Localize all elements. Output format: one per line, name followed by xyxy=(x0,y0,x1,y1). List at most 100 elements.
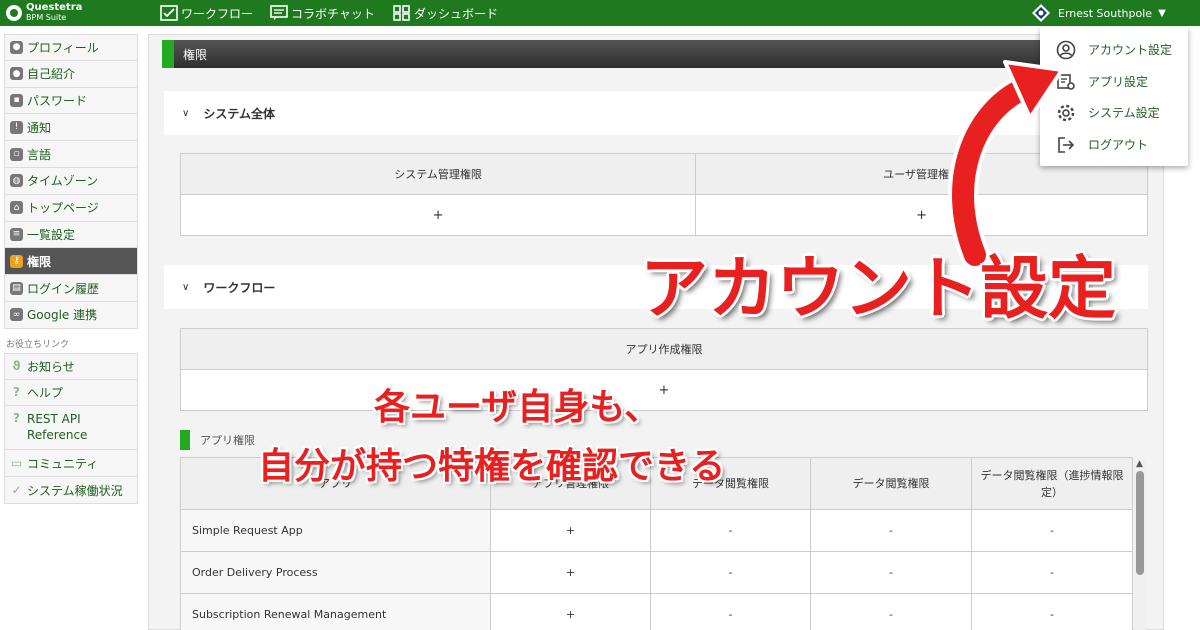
sidebar-item-label: プロフィール xyxy=(27,40,99,55)
scroll-thumb[interactable] xyxy=(1136,471,1144,575)
sidebar-item-timezone[interactable]: ◍ タイムゾーン xyxy=(4,167,138,195)
column-header: データ閲覧権限（進捗情報限定） xyxy=(971,457,1133,510)
app-create-permission-table: アプリ作成権限 + xyxy=(180,328,1148,411)
permission-cell: - xyxy=(971,551,1133,594)
table-row: Simple Request App + - - - xyxy=(180,509,1133,552)
sidebar-item-password[interactable]: ▪ パスワード xyxy=(4,87,138,115)
logout-icon xyxy=(1058,136,1075,153)
table-row: Subscription Renewal Management + - - - xyxy=(180,593,1133,630)
settings-sidebar: ● プロフィール ● 自己紹介 ▪ パスワード ! 通知 ▫ 言語 ◍ タイムゾーン ⌂ トッ… xyxy=(4,34,138,504)
nav-dashboard-label: ダッシュボード xyxy=(414,6,499,21)
sidebar-item-login-history[interactable]: ▤ ログイン履歴 xyxy=(4,275,138,302)
sidebar-item-top-page[interactable]: ⌂ トップページ xyxy=(4,194,138,222)
sidebar-link-label: コミュニティ xyxy=(27,456,99,471)
sidebar-link-community[interactable]: ▭ コミュニティ xyxy=(4,450,138,478)
caret-down-icon: ▼ xyxy=(1158,7,1166,19)
nav-workflow-label: ワークフロー xyxy=(181,6,254,21)
logo-mark-icon xyxy=(6,5,22,21)
menu-item-system-settings[interactable]: システム設定 xyxy=(1040,97,1188,128)
app-name-cell: Simple Request App xyxy=(180,509,491,552)
menu-item-account-settings[interactable]: アカウント設定 xyxy=(1040,34,1188,65)
speech-bubble-icon: ▫ xyxy=(10,147,23,161)
menu-item-label: アプリ設定 xyxy=(1088,75,1149,89)
sidebar-item-notification[interactable]: ! 通知 xyxy=(4,114,138,142)
sidebar-item-label: 通知 xyxy=(27,120,52,135)
sidebar-item-label: 権限 xyxy=(27,254,52,269)
page-title: 権限 xyxy=(162,40,1042,68)
permission-cell: - xyxy=(650,551,811,594)
app-name-cell: Subscription Renewal Management xyxy=(180,593,491,630)
section-workflow-title: ワークフロー xyxy=(203,280,276,295)
nav-dashboard[interactable]: ダッシュボード xyxy=(393,0,498,26)
permission-cell: - xyxy=(650,593,811,630)
sidebar-item-profile[interactable]: ● プロフィール xyxy=(4,34,138,61)
sidebar-item-label: 言語 xyxy=(27,147,52,162)
list-icon: ≡ xyxy=(10,227,23,241)
question-icon: ? xyxy=(13,385,20,400)
permission-cell: - xyxy=(650,509,811,552)
menu-item-label: ログアウト xyxy=(1088,138,1149,152)
sidebar-item-label: タイムゾーン xyxy=(27,174,99,189)
sidebar-item-permissions[interactable]: ⚷ 権限 xyxy=(4,248,138,276)
brand-sub: BPM Suite xyxy=(26,13,67,22)
sidebar-item-self-intro[interactable]: ● 自己紹介 xyxy=(4,60,138,88)
sidebar-link-label: お知らせ xyxy=(27,359,75,374)
sidebar-link-news[interactable]: ϑ お知らせ xyxy=(4,352,138,380)
check-circle-icon: ✓ xyxy=(11,483,22,498)
dashboard-grid-icon xyxy=(393,5,410,21)
sidebar-links-heading: お役立ちリンク xyxy=(6,339,70,350)
sidebar-item-list-settings[interactable]: ≡ 一覧設定 xyxy=(4,221,138,249)
section-system-toggle[interactable]: ∨ システム全体 xyxy=(164,91,1148,135)
sidebar-item-label: トップページ xyxy=(27,201,99,216)
sidebar-link-help[interactable]: ? ヘルプ xyxy=(4,379,138,407)
permission-cell: - xyxy=(810,593,972,630)
column-header: アプリ作成権限 xyxy=(180,328,1148,370)
scroll-up-icon[interactable]: ▲ xyxy=(1136,459,1143,469)
sidebar-link-label: REST API Reference xyxy=(27,412,88,443)
table-scrollbar[interactable]: ▲ xyxy=(1134,459,1146,630)
sidebar-item-google[interactable]: ∞ Google 連携 xyxy=(4,301,138,329)
questetra-logo[interactable]: Questetra BPM Suite xyxy=(6,2,96,24)
permission-cell: + xyxy=(180,369,1148,411)
chevron-down-icon: ∨ xyxy=(182,281,190,293)
question-icon: ? xyxy=(13,410,20,425)
nav-workflow[interactable]: ワークフロー xyxy=(160,0,253,26)
sidebar-item-label: Google 連携 xyxy=(27,308,98,323)
community-icon: ▭ xyxy=(10,456,23,471)
permission-cell: + xyxy=(490,509,651,552)
permission-cell: + xyxy=(490,593,651,630)
brand-name: Questetra xyxy=(26,2,83,13)
alert-icon: ! xyxy=(10,120,23,134)
menu-item-app-settings[interactable]: アプリ設定 xyxy=(1040,66,1188,97)
chat-icon xyxy=(270,5,288,20)
user-avatar-icon xyxy=(1032,4,1050,22)
app-permissions-label: アプリ権限 xyxy=(180,430,255,450)
column-header: データ閲覧権限 xyxy=(810,457,972,510)
permission-cell: + xyxy=(179,194,697,236)
globe-icon: ◍ xyxy=(10,174,23,188)
menu-item-logout[interactable]: ログアウト xyxy=(1040,129,1188,160)
app-name-cell: Order Delivery Process xyxy=(180,551,491,594)
column-header: システム管理権限 xyxy=(179,153,697,195)
nav-collab-chat[interactable]: コラボチャット xyxy=(270,0,375,26)
permission-cell: - xyxy=(971,593,1133,630)
chevron-down-icon: ∨ xyxy=(182,107,190,119)
system-permissions-table: システム管理権限 ユーザ管理権限 + + xyxy=(179,153,1148,236)
section-system-title: システム全体 xyxy=(203,106,275,121)
permission-cell: + xyxy=(490,551,651,594)
sidebar-item-label: 一覧設定 xyxy=(27,227,76,242)
sidebar-link-rest-api[interactable]: ? REST API Reference xyxy=(4,406,138,451)
link-icon: ∞ xyxy=(10,308,23,322)
permission-cell: - xyxy=(810,551,972,594)
permission-cell: - xyxy=(810,509,972,552)
sidebar-link-system-status[interactable]: ✓ システム稼働状況 xyxy=(4,477,138,504)
user-menu-toggle[interactable]: Ernest Southpole ▼ xyxy=(1032,0,1166,26)
sidebar-link-label: システム稼働状況 xyxy=(27,483,123,498)
menu-item-label: システム設定 xyxy=(1088,106,1160,120)
key-icon: ⚷ xyxy=(10,254,23,268)
sidebar-item-language[interactable]: ▫ 言語 xyxy=(4,141,138,168)
person-icon: ● xyxy=(10,40,23,54)
user-dropdown-menu: アカウント設定 アプリ設定 システム設定 ログアウト xyxy=(1040,27,1188,166)
sidebar-item-label: 自己紹介 xyxy=(27,67,76,82)
gear-icon xyxy=(1057,104,1075,121)
